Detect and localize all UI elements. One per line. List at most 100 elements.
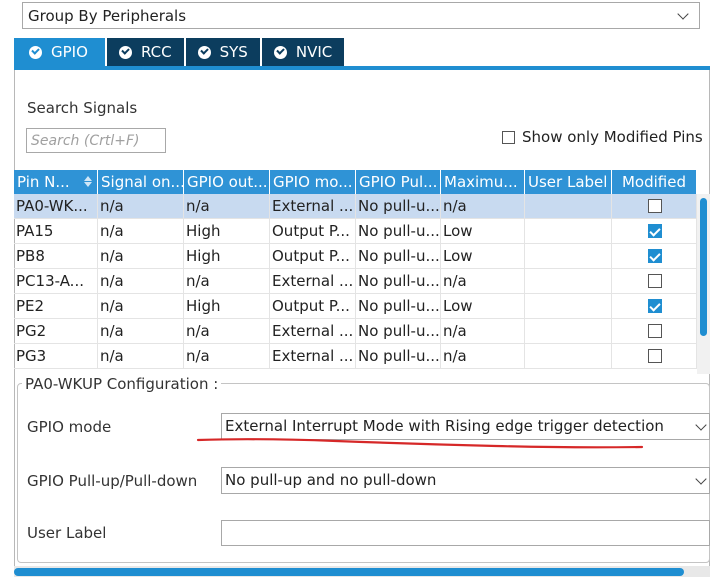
- modified-checkbox[interactable]: [648, 199, 662, 213]
- scrollbar-thumb[interactable]: [14, 568, 684, 576]
- cell-user-label: [525, 219, 612, 243]
- table-vertical-scrollbar[interactable]: [697, 194, 710, 374]
- column-header-signal[interactable]: Signal on...: [98, 170, 184, 194]
- group-by-value: Group By Peripherals: [28, 7, 187, 25]
- search-signals-field[interactable]: [26, 128, 166, 153]
- chevron-down-icon: [695, 419, 707, 431]
- tab-label: RCC: [141, 43, 172, 61]
- table-header: Pin N... Signal on... GPIO out... GPIO m…: [14, 170, 697, 194]
- cell-user-label: [525, 294, 612, 318]
- cell-signal: n/a: [98, 194, 184, 218]
- cell-modified: [612, 294, 697, 318]
- cell-pin: PB8: [14, 244, 98, 268]
- gpio-mode-label: GPIO mode: [27, 418, 112, 436]
- cell-mode: Output P...: [270, 294, 356, 318]
- cell-max: Low: [441, 219, 525, 243]
- tab-rcc[interactable]: RCC: [107, 38, 184, 66]
- peripheral-tabs: GPIO RCC SYS NVIC: [14, 38, 346, 66]
- modified-checkbox[interactable]: [648, 249, 662, 263]
- cell-pull: No pull-u...: [356, 344, 441, 368]
- cell-output: High: [184, 219, 270, 243]
- cell-pull: No pull-u...: [356, 219, 441, 243]
- show-modified-checkbox[interactable]: [502, 130, 515, 144]
- column-header-modified[interactable]: Modified: [612, 170, 697, 194]
- cell-user-label: [525, 269, 612, 293]
- cell-pull: No pull-u...: [356, 194, 441, 218]
- chevron-down-icon: [677, 8, 689, 20]
- cell-modified: [612, 194, 697, 218]
- configuration-title: PA0-WKUP Configuration :: [22, 375, 222, 393]
- cell-pull: No pull-u...: [356, 244, 441, 268]
- cell-pin: PC13-A...: [14, 269, 98, 293]
- table-row[interactable]: PB8 n/a High Output P... No pull-u... Lo…: [14, 244, 697, 269]
- scrollbar-thumb[interactable]: [700, 198, 707, 336]
- cell-mode: External ...: [270, 194, 356, 218]
- cell-user-label: [525, 344, 612, 368]
- cell-max: n/a: [441, 344, 525, 368]
- cell-modified: [612, 219, 697, 243]
- cell-signal: n/a: [98, 219, 184, 243]
- cell-pull: No pull-u...: [356, 319, 441, 343]
- cell-modified: [612, 344, 697, 368]
- cell-output: n/a: [184, 344, 270, 368]
- cell-pin: PA15: [14, 219, 98, 243]
- horizontal-scrollbar[interactable]: [14, 566, 710, 577]
- table-row[interactable]: PA0-WK... n/a n/a External ... No pull-u…: [14, 194, 697, 219]
- tab-underline: [14, 66, 710, 70]
- user-label-label: User Label: [27, 524, 107, 542]
- tab-label: NVIC: [295, 43, 333, 61]
- column-header-gpio-mode[interactable]: GPIO mo...: [270, 170, 356, 194]
- table-row[interactable]: PC13-A... n/a n/a External ... No pull-u…: [14, 269, 697, 294]
- show-modified-toggle[interactable]: Show only Modified Pins: [502, 128, 703, 146]
- cell-output: High: [184, 244, 270, 268]
- column-header-maximum[interactable]: Maximu...: [441, 170, 525, 194]
- modified-checkbox[interactable]: [648, 224, 662, 238]
- table-row[interactable]: PG2 n/a n/a External ... No pull-u... n/…: [14, 319, 697, 344]
- user-label-field[interactable]: [221, 520, 710, 546]
- cell-modified: [612, 244, 697, 268]
- table-row[interactable]: PA15 n/a High Output P... No pull-u... L…: [14, 219, 697, 244]
- modified-checkbox[interactable]: [648, 349, 662, 363]
- cell-user-label: [525, 194, 612, 218]
- cell-signal: n/a: [98, 294, 184, 318]
- cell-output: n/a: [184, 194, 270, 218]
- tab-sys[interactable]: SYS: [185, 38, 260, 66]
- modified-checkbox[interactable]: [648, 324, 662, 338]
- cell-user-label: [525, 319, 612, 343]
- cell-pin: PG2: [14, 319, 98, 343]
- cell-mode: Output P...: [270, 244, 356, 268]
- column-header-pin[interactable]: Pin N...: [14, 170, 98, 194]
- search-input[interactable]: [27, 129, 165, 152]
- sort-up-icon: [84, 176, 92, 181]
- cell-mode: External ...: [270, 344, 356, 368]
- gpio-pull-select[interactable]: No pull-up and no pull-down: [221, 467, 710, 494]
- pin-table: Pin N... Signal on... GPIO out... GPIO m…: [14, 170, 697, 369]
- sort-down-icon: [84, 182, 92, 187]
- group-by-select[interactable]: Group By Peripherals: [22, 2, 700, 29]
- cell-pin: PG3: [14, 344, 98, 368]
- cell-signal: n/a: [98, 319, 184, 343]
- cell-modified: [612, 269, 697, 293]
- tab-nvic[interactable]: NVIC: [261, 38, 345, 66]
- gpio-pull-value: No pull-up and no pull-down: [225, 471, 437, 489]
- column-header-gpio-pull[interactable]: GPIO Pul...: [356, 170, 441, 194]
- modified-checkbox[interactable]: [648, 299, 662, 313]
- table-row[interactable]: PG3 n/a n/a External ... No pull-u... n/…: [14, 344, 697, 369]
- cell-pull: No pull-u...: [356, 294, 441, 318]
- modified-checkbox[interactable]: [648, 274, 662, 288]
- cell-pull: No pull-u...: [356, 269, 441, 293]
- check-circle-icon: [197, 45, 211, 59]
- cell-mode: Output P...: [270, 219, 356, 243]
- table-row[interactable]: PE2 n/a High Output P... No pull-u... Lo…: [14, 294, 697, 319]
- check-circle-icon: [119, 45, 132, 59]
- tab-label: SYS: [219, 43, 248, 61]
- column-header-gpio-output[interactable]: GPIO out...: [184, 170, 270, 194]
- cell-mode: External ...: [270, 269, 356, 293]
- cell-output: n/a: [184, 269, 270, 293]
- cell-signal: n/a: [98, 244, 184, 268]
- cell-max: n/a: [441, 269, 525, 293]
- tab-gpio[interactable]: GPIO: [14, 38, 105, 66]
- check-circle-icon: [273, 45, 287, 59]
- column-header-user-label[interactable]: User Label: [525, 170, 612, 194]
- cell-max: n/a: [441, 194, 525, 218]
